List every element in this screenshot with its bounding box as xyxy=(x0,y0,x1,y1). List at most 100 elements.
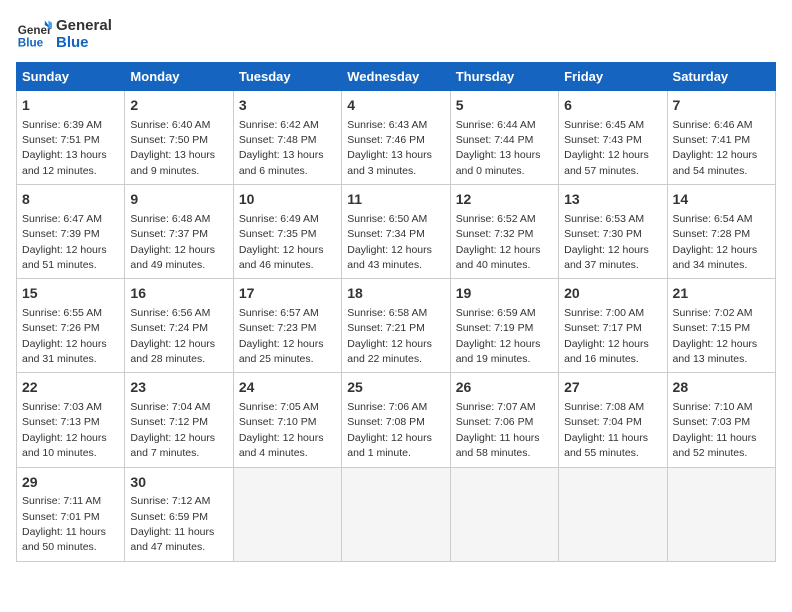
calendar-header-row: Sunday Monday Tuesday Wednesday Thursday… xyxy=(17,63,776,91)
day-number: 30 xyxy=(130,473,227,493)
calendar-day-cell: 1 Sunrise: 6:39 AMSunset: 7:51 PMDayligh… xyxy=(17,91,125,185)
calendar-week-row: 22 Sunrise: 7:03 AMSunset: 7:13 PMDaylig… xyxy=(17,373,776,467)
calendar-day-cell: 2 Sunrise: 6:40 AMSunset: 7:50 PMDayligh… xyxy=(125,91,233,185)
calendar-day-cell: 16 Sunrise: 6:56 AMSunset: 7:24 PMDaylig… xyxy=(125,279,233,373)
calendar-day-cell: 21 Sunrise: 7:02 AMSunset: 7:15 PMDaylig… xyxy=(667,279,775,373)
sunrise-info: Sunrise: 7:10 AMSunset: 7:03 PMDaylight:… xyxy=(673,401,757,459)
sunrise-info: Sunrise: 7:05 AMSunset: 7:10 PMDaylight:… xyxy=(239,401,324,459)
calendar-day-cell xyxy=(450,467,558,561)
sunrise-info: Sunrise: 7:06 AMSunset: 7:08 PMDaylight:… xyxy=(347,401,432,459)
day-number: 26 xyxy=(456,378,553,398)
day-number: 20 xyxy=(564,284,661,304)
calendar-day-cell xyxy=(667,467,775,561)
sunrise-info: Sunrise: 6:45 AMSunset: 7:43 PMDaylight:… xyxy=(564,119,649,177)
day-number: 8 xyxy=(22,190,119,210)
day-number: 22 xyxy=(22,378,119,398)
day-number: 19 xyxy=(456,284,553,304)
sunrise-info: Sunrise: 7:04 AMSunset: 7:12 PMDaylight:… xyxy=(130,401,215,459)
sunrise-info: Sunrise: 6:44 AMSunset: 7:44 PMDaylight:… xyxy=(456,119,541,177)
sunrise-info: Sunrise: 7:07 AMSunset: 7:06 PMDaylight:… xyxy=(456,401,540,459)
calendar-day-cell: 19 Sunrise: 6:59 AMSunset: 7:19 PMDaylig… xyxy=(450,279,558,373)
day-number: 23 xyxy=(130,378,227,398)
sunrise-info: Sunrise: 6:42 AMSunset: 7:48 PMDaylight:… xyxy=(239,119,324,177)
sunrise-info: Sunrise: 7:00 AMSunset: 7:17 PMDaylight:… xyxy=(564,307,649,365)
sunrise-info: Sunrise: 6:53 AMSunset: 7:30 PMDaylight:… xyxy=(564,213,649,271)
calendar-day-cell: 18 Sunrise: 6:58 AMSunset: 7:21 PMDaylig… xyxy=(342,279,450,373)
day-number: 24 xyxy=(239,378,336,398)
col-friday: Friday xyxy=(559,63,667,91)
day-number: 10 xyxy=(239,190,336,210)
calendar-day-cell: 8 Sunrise: 6:47 AMSunset: 7:39 PMDayligh… xyxy=(17,185,125,279)
calendar-week-row: 1 Sunrise: 6:39 AMSunset: 7:51 PMDayligh… xyxy=(17,91,776,185)
day-number: 27 xyxy=(564,378,661,398)
day-number: 4 xyxy=(347,96,444,116)
day-number: 18 xyxy=(347,284,444,304)
calendar-day-cell: 17 Sunrise: 6:57 AMSunset: 7:23 PMDaylig… xyxy=(233,279,341,373)
sunrise-info: Sunrise: 7:12 AMSunset: 6:59 PMDaylight:… xyxy=(130,495,214,553)
calendar-day-cell: 11 Sunrise: 6:50 AMSunset: 7:34 PMDaylig… xyxy=(342,185,450,279)
day-number: 16 xyxy=(130,284,227,304)
col-saturday: Saturday xyxy=(667,63,775,91)
calendar-day-cell: 28 Sunrise: 7:10 AMSunset: 7:03 PMDaylig… xyxy=(667,373,775,467)
sunrise-info: Sunrise: 6:58 AMSunset: 7:21 PMDaylight:… xyxy=(347,307,432,365)
sunrise-info: Sunrise: 6:50 AMSunset: 7:34 PMDaylight:… xyxy=(347,213,432,271)
day-number: 12 xyxy=(456,190,553,210)
calendar-day-cell: 4 Sunrise: 6:43 AMSunset: 7:46 PMDayligh… xyxy=(342,91,450,185)
calendar-day-cell: 15 Sunrise: 6:55 AMSunset: 7:26 PMDaylig… xyxy=(17,279,125,373)
sunrise-info: Sunrise: 6:54 AMSunset: 7:28 PMDaylight:… xyxy=(673,213,758,271)
calendar-day-cell: 6 Sunrise: 6:45 AMSunset: 7:43 PMDayligh… xyxy=(559,91,667,185)
calendar-day-cell: 14 Sunrise: 6:54 AMSunset: 7:28 PMDaylig… xyxy=(667,185,775,279)
day-number: 3 xyxy=(239,96,336,116)
calendar-day-cell: 3 Sunrise: 6:42 AMSunset: 7:48 PMDayligh… xyxy=(233,91,341,185)
day-number: 5 xyxy=(456,96,553,116)
logo-general: General xyxy=(56,17,112,34)
calendar-week-row: 29 Sunrise: 7:11 AMSunset: 7:01 PMDaylig… xyxy=(17,467,776,561)
day-number: 25 xyxy=(347,378,444,398)
logo-blue: Blue xyxy=(56,34,112,51)
col-tuesday: Tuesday xyxy=(233,63,341,91)
calendar-day-cell: 23 Sunrise: 7:04 AMSunset: 7:12 PMDaylig… xyxy=(125,373,233,467)
logo-icon: General Blue xyxy=(16,16,52,52)
calendar-day-cell: 7 Sunrise: 6:46 AMSunset: 7:41 PMDayligh… xyxy=(667,91,775,185)
sunrise-info: Sunrise: 7:03 AMSunset: 7:13 PMDaylight:… xyxy=(22,401,107,459)
calendar-day-cell xyxy=(342,467,450,561)
day-number: 15 xyxy=(22,284,119,304)
day-number: 6 xyxy=(564,96,661,116)
day-number: 7 xyxy=(673,96,770,116)
calendar-day-cell: 5 Sunrise: 6:44 AMSunset: 7:44 PMDayligh… xyxy=(450,91,558,185)
logo: General Blue General Blue xyxy=(16,16,112,52)
calendar-day-cell xyxy=(233,467,341,561)
calendar-day-cell: 13 Sunrise: 6:53 AMSunset: 7:30 PMDaylig… xyxy=(559,185,667,279)
sunrise-info: Sunrise: 7:11 AMSunset: 7:01 PMDaylight:… xyxy=(22,495,106,553)
day-number: 1 xyxy=(22,96,119,116)
calendar-day-cell: 12 Sunrise: 6:52 AMSunset: 7:32 PMDaylig… xyxy=(450,185,558,279)
calendar-day-cell: 27 Sunrise: 7:08 AMSunset: 7:04 PMDaylig… xyxy=(559,373,667,467)
day-number: 14 xyxy=(673,190,770,210)
col-monday: Monday xyxy=(125,63,233,91)
sunrise-info: Sunrise: 6:52 AMSunset: 7:32 PMDaylight:… xyxy=(456,213,541,271)
sunrise-info: Sunrise: 6:47 AMSunset: 7:39 PMDaylight:… xyxy=(22,213,107,271)
calendar-day-cell: 26 Sunrise: 7:07 AMSunset: 7:06 PMDaylig… xyxy=(450,373,558,467)
day-number: 13 xyxy=(564,190,661,210)
calendar-day-cell xyxy=(559,467,667,561)
calendar-day-cell: 24 Sunrise: 7:05 AMSunset: 7:10 PMDaylig… xyxy=(233,373,341,467)
sunrise-info: Sunrise: 6:59 AMSunset: 7:19 PMDaylight:… xyxy=(456,307,541,365)
col-sunday: Sunday xyxy=(17,63,125,91)
calendar-day-cell: 20 Sunrise: 7:00 AMSunset: 7:17 PMDaylig… xyxy=(559,279,667,373)
sunrise-info: Sunrise: 6:40 AMSunset: 7:50 PMDaylight:… xyxy=(130,119,215,177)
calendar-day-cell: 30 Sunrise: 7:12 AMSunset: 6:59 PMDaylig… xyxy=(125,467,233,561)
sunrise-info: Sunrise: 6:49 AMSunset: 7:35 PMDaylight:… xyxy=(239,213,324,271)
day-number: 11 xyxy=(347,190,444,210)
day-number: 2 xyxy=(130,96,227,116)
calendar-week-row: 8 Sunrise: 6:47 AMSunset: 7:39 PMDayligh… xyxy=(17,185,776,279)
svg-text:Blue: Blue xyxy=(18,37,44,50)
sunrise-info: Sunrise: 6:57 AMSunset: 7:23 PMDaylight:… xyxy=(239,307,324,365)
sunrise-info: Sunrise: 6:39 AMSunset: 7:51 PMDaylight:… xyxy=(22,119,107,177)
calendar-day-cell: 10 Sunrise: 6:49 AMSunset: 7:35 PMDaylig… xyxy=(233,185,341,279)
day-number: 28 xyxy=(673,378,770,398)
sunrise-info: Sunrise: 6:46 AMSunset: 7:41 PMDaylight:… xyxy=(673,119,758,177)
day-number: 9 xyxy=(130,190,227,210)
day-number: 29 xyxy=(22,473,119,493)
calendar-table: Sunday Monday Tuesday Wednesday Thursday… xyxy=(16,62,776,562)
sunrise-info: Sunrise: 6:43 AMSunset: 7:46 PMDaylight:… xyxy=(347,119,432,177)
